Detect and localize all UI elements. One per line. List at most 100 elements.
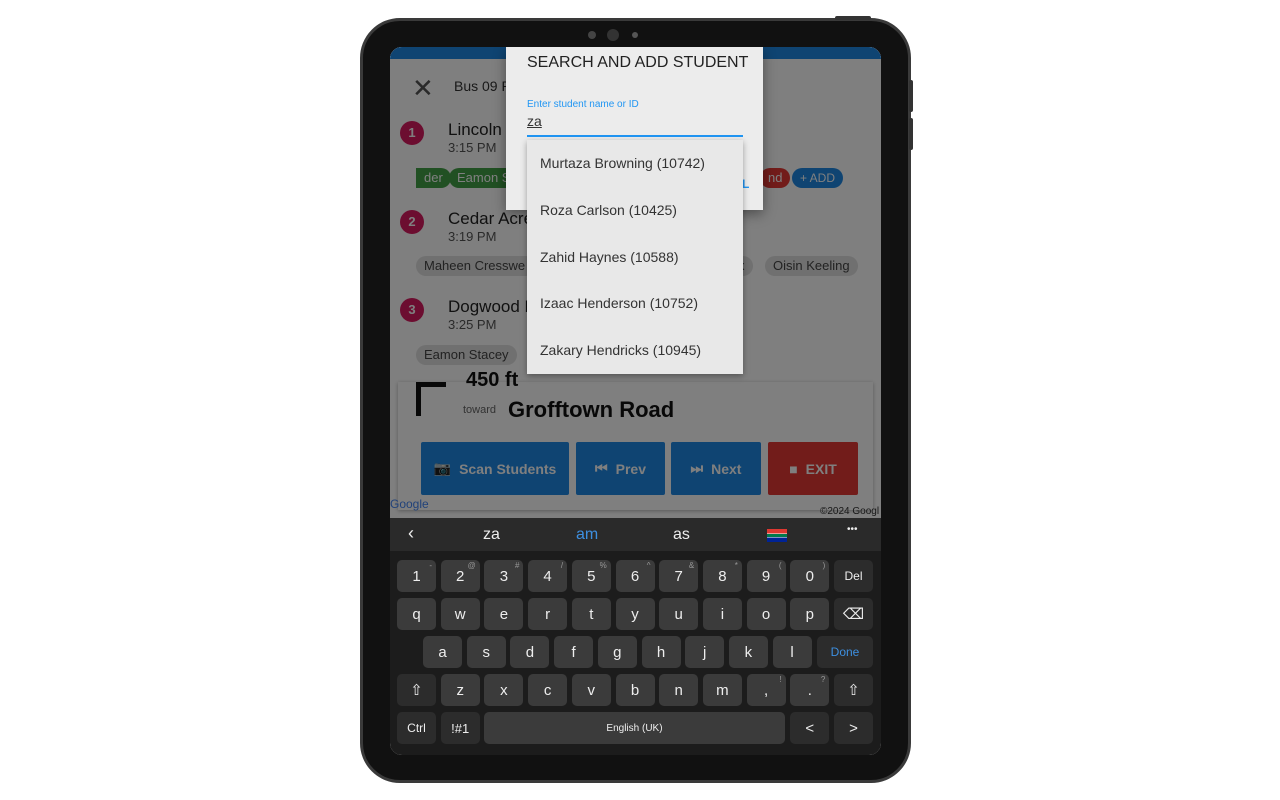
ctrl-key[interactable]: Ctrl (397, 712, 436, 744)
collapse-icon[interactable]: ‹ (408, 523, 414, 544)
key-label: . (807, 681, 812, 699)
word-suggestion[interactable]: as (673, 526, 690, 544)
symbols-key[interactable]: !#1 (440, 712, 480, 744)
key[interactable]: 5% (571, 560, 611, 592)
suggestion-item[interactable]: Izaac Henderson (10752) (527, 280, 743, 327)
volume-up-button (909, 80, 913, 112)
key[interactable]: h (641, 636, 681, 668)
suggestion-item[interactable]: Zakary Hendricks (10945) (527, 327, 743, 374)
key[interactable]: f (554, 636, 594, 668)
suggestion-item[interactable]: Zahid Haynes (10588) (527, 234, 743, 281)
key[interactable]: 1- (397, 560, 436, 592)
key-label: 6 (630, 567, 640, 585)
key-label: Ctrl (407, 721, 426, 735)
key[interactable]: p (790, 598, 830, 630)
key-label: 2 (456, 567, 465, 585)
key[interactable]: s (466, 636, 506, 668)
key-label: p (805, 605, 814, 623)
student-search-input[interactable]: za (527, 111, 743, 137)
key[interactable]: 6 ^ (615, 560, 655, 592)
key-label: u (674, 605, 683, 623)
space-key[interactable]: English (UK) (484, 712, 785, 744)
key-label: g (613, 643, 622, 661)
key-label: x (500, 681, 508, 699)
word-suggestion[interactable]: za (483, 526, 500, 544)
key[interactable]: t (571, 598, 611, 630)
shift-key[interactable]: ⇧ (397, 674, 436, 706)
key[interactable]: w (440, 598, 480, 630)
key[interactable]: a (423, 636, 462, 668)
key-label: ⇧ (410, 682, 423, 699)
key-label: i (720, 605, 725, 623)
key-alt-label: & (688, 561, 695, 570)
key-label: f (571, 643, 576, 661)
key-label: q (412, 605, 421, 623)
key[interactable]: 7 & (659, 560, 699, 592)
key[interactable]: d (510, 636, 550, 668)
key-label: m (716, 681, 729, 699)
key-label: d (525, 643, 535, 661)
key[interactable]: y (615, 598, 655, 630)
key[interactable]: i (702, 598, 742, 630)
key[interactable]: b (615, 674, 655, 706)
more-icon[interactable]: ••• (847, 524, 858, 535)
key[interactable]: 4/ (528, 560, 568, 592)
key[interactable]: 8 * (702, 560, 742, 592)
shift-key[interactable]: ⇧ (834, 674, 873, 706)
cursor-right-key[interactable]: > (834, 712, 873, 744)
key[interactable]: u (659, 598, 699, 630)
key[interactable]: e (484, 598, 524, 630)
key-label: > (849, 719, 858, 737)
key-alt-label: @ (467, 561, 476, 570)
key[interactable]: 9( (746, 560, 786, 592)
key-label: 1 (412, 567, 421, 585)
word-suggestion[interactable]: am (576, 526, 598, 544)
suggestion-item[interactable]: Roza Carlson (10425) (527, 187, 743, 234)
key[interactable]: ,! (746, 674, 786, 706)
delete-key[interactable]: Del (834, 560, 873, 592)
key-label: o (761, 605, 771, 623)
backspace-key[interactable]: ⌫ (834, 598, 873, 630)
key[interactable]: k (728, 636, 768, 668)
key-label: Done (830, 645, 860, 659)
sensor (632, 32, 638, 38)
key-label: a (438, 643, 447, 661)
key[interactable]: c (528, 674, 568, 706)
key[interactable]: r (528, 598, 568, 630)
key-label: e (499, 605, 509, 623)
key[interactable]: j (685, 636, 725, 668)
screen: ✕ Bus 09 P 1 Lincoln 3:15 PM der Eamon S… (390, 47, 881, 755)
key-alt-label: ^ (646, 561, 651, 570)
key[interactable]: o (746, 598, 786, 630)
key[interactable]: q (397, 598, 436, 630)
key[interactable]: v (571, 674, 611, 706)
key-label: n (674, 681, 683, 699)
key-label: y (631, 605, 639, 623)
key[interactable]: g (597, 636, 637, 668)
key[interactable]: .? (790, 674, 830, 706)
input-label: Enter student name or ID (527, 99, 639, 110)
key-label: 7 (674, 567, 683, 585)
key-alt-label: % (599, 561, 607, 570)
done-key[interactable]: Done (817, 636, 873, 668)
input-value: za (527, 113, 542, 129)
cancel-button[interactable]: L (742, 177, 749, 191)
key[interactable]: x (484, 674, 524, 706)
key[interactable]: l (772, 636, 812, 668)
key-alt-label: / (560, 561, 564, 570)
key[interactable]: m (702, 674, 742, 706)
suggestion-item[interactable]: Murtaza Browning (10742) (527, 140, 743, 187)
south-africa-flag-icon[interactable] (767, 529, 787, 542)
key-label: v (587, 681, 596, 699)
key-alt-label: # (514, 561, 520, 570)
key[interactable]: 3 # (484, 560, 524, 592)
key[interactable]: n (659, 674, 699, 706)
key[interactable]: 2 @ (440, 560, 480, 592)
key-label: b (630, 681, 640, 699)
key[interactable]: z (440, 674, 480, 706)
cursor-left-key[interactable]: < (790, 712, 830, 744)
sensor (588, 31, 596, 39)
power-button (835, 16, 871, 20)
key[interactable]: 0) (790, 560, 830, 592)
key-label: 5 (587, 567, 596, 585)
